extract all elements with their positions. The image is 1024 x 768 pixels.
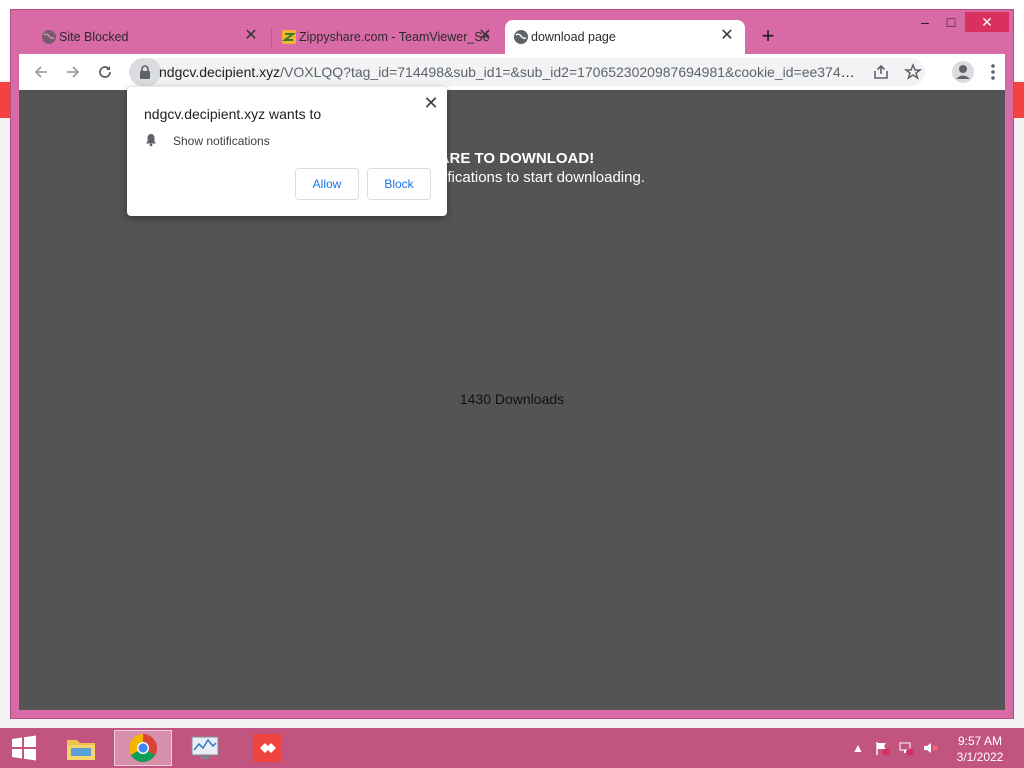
taskbar: ▲ 9:57 AM 3/1/2022 <box>0 728 1024 768</box>
profile-avatar-icon[interactable] <box>951 60 975 84</box>
permission-title: ndgcv.decipient.xyz wants to <box>144 106 322 122</box>
notification-permission-popup: ndgcv.decipient.xyz wants to ✕ Show noti… <box>127 87 447 216</box>
url-host: ndgcv.decipient.xyz <box>159 64 281 80</box>
action-center-flag-icon[interactable] <box>874 740 890 756</box>
minimize-button[interactable]: – <box>913 12 937 32</box>
forward-arrow-icon[interactable] <box>63 62 83 82</box>
maximize-button[interactable]: □ <box>939 12 963 32</box>
clock-date[interactable]: 3/1/2022 <box>950 750 1010 764</box>
close-tab-icon[interactable]: ✕ <box>243 28 259 44</box>
globe-icon <box>42 30 56 44</box>
taskbar-anydesk[interactable] <box>238 730 296 766</box>
bookmark-star-icon[interactable] <box>903 62 923 82</box>
system-tray: ▲ <box>850 728 950 768</box>
permission-description: Show notifications <box>173 134 270 148</box>
url-path: /VOXLQQ?tag_id=714498&sub_id1=&sub_id2=1… <box>280 64 859 80</box>
zippyshare-icon <box>282 30 296 44</box>
tab-site-blocked[interactable]: Site Blocked ✕ <box>33 20 269 54</box>
url-text: ndgcv.decipient.xyz/VOXLQQ?tag_id=714498… <box>159 64 859 80</box>
chevron-up-icon[interactable]: ▲ <box>850 740 866 756</box>
start-button[interactable] <box>4 730 44 766</box>
anydesk-icon <box>253 734 281 762</box>
monitor-icon <box>191 736 219 759</box>
site-info-button[interactable] <box>129 58 161 86</box>
tab-label: Site Blocked <box>59 30 129 44</box>
close-tab-icon[interactable]: ✕ <box>477 28 493 44</box>
clock-time[interactable]: 9:57 AM <box>950 734 1010 748</box>
tab-label: download page <box>531 30 616 44</box>
windows-logo-icon <box>12 735 36 761</box>
block-button[interactable]: Block <box>367 168 431 200</box>
taskbar-chrome[interactable] <box>114 730 172 766</box>
tab-download-page[interactable]: download page ✕ <box>505 20 745 54</box>
back-arrow-icon[interactable] <box>31 62 51 82</box>
allow-button[interactable]: Allow <box>295 168 359 200</box>
tab-divider <box>271 29 272 47</box>
volume-muted-icon[interactable] <box>922 740 938 756</box>
tab-strip: Site Blocked ✕ Zippyshare.com - TeamView… <box>11 10 1013 54</box>
reload-icon[interactable] <box>95 62 115 82</box>
share-icon[interactable] <box>871 62 891 82</box>
address-bar[interactable]: ndgcv.decipient.xyz/VOXLQQ?tag_id=714498… <box>129 58 925 86</box>
tab-zippyshare[interactable]: Zippyshare.com - TeamViewer_Se ✕ <box>273 20 503 54</box>
lock-icon <box>140 65 150 79</box>
close-popup-icon[interactable]: ✕ <box>421 93 441 113</box>
taskbar-resource-monitor[interactable] <box>176 730 234 766</box>
tab-label: Zippyshare.com - TeamViewer_Se <box>299 30 490 44</box>
network-icon[interactable] <box>898 740 914 756</box>
browser-toolbar: ndgcv.decipient.xyz/VOXLQQ?tag_id=714498… <box>19 54 1005 90</box>
menu-kebab-icon[interactable] <box>983 62 1003 82</box>
close-tab-icon[interactable]: ✕ <box>719 28 735 44</box>
new-tab-button[interactable]: + <box>757 25 779 48</box>
globe-icon <box>514 30 528 44</box>
close-window-button[interactable]: ✕ <box>965 12 1009 32</box>
chrome-icon <box>129 734 157 762</box>
folder-icon <box>67 740 95 760</box>
downloads-count: 1430 Downloads <box>459 391 565 407</box>
taskbar-file-explorer[interactable] <box>52 730 110 766</box>
bell-icon <box>146 134 156 147</box>
